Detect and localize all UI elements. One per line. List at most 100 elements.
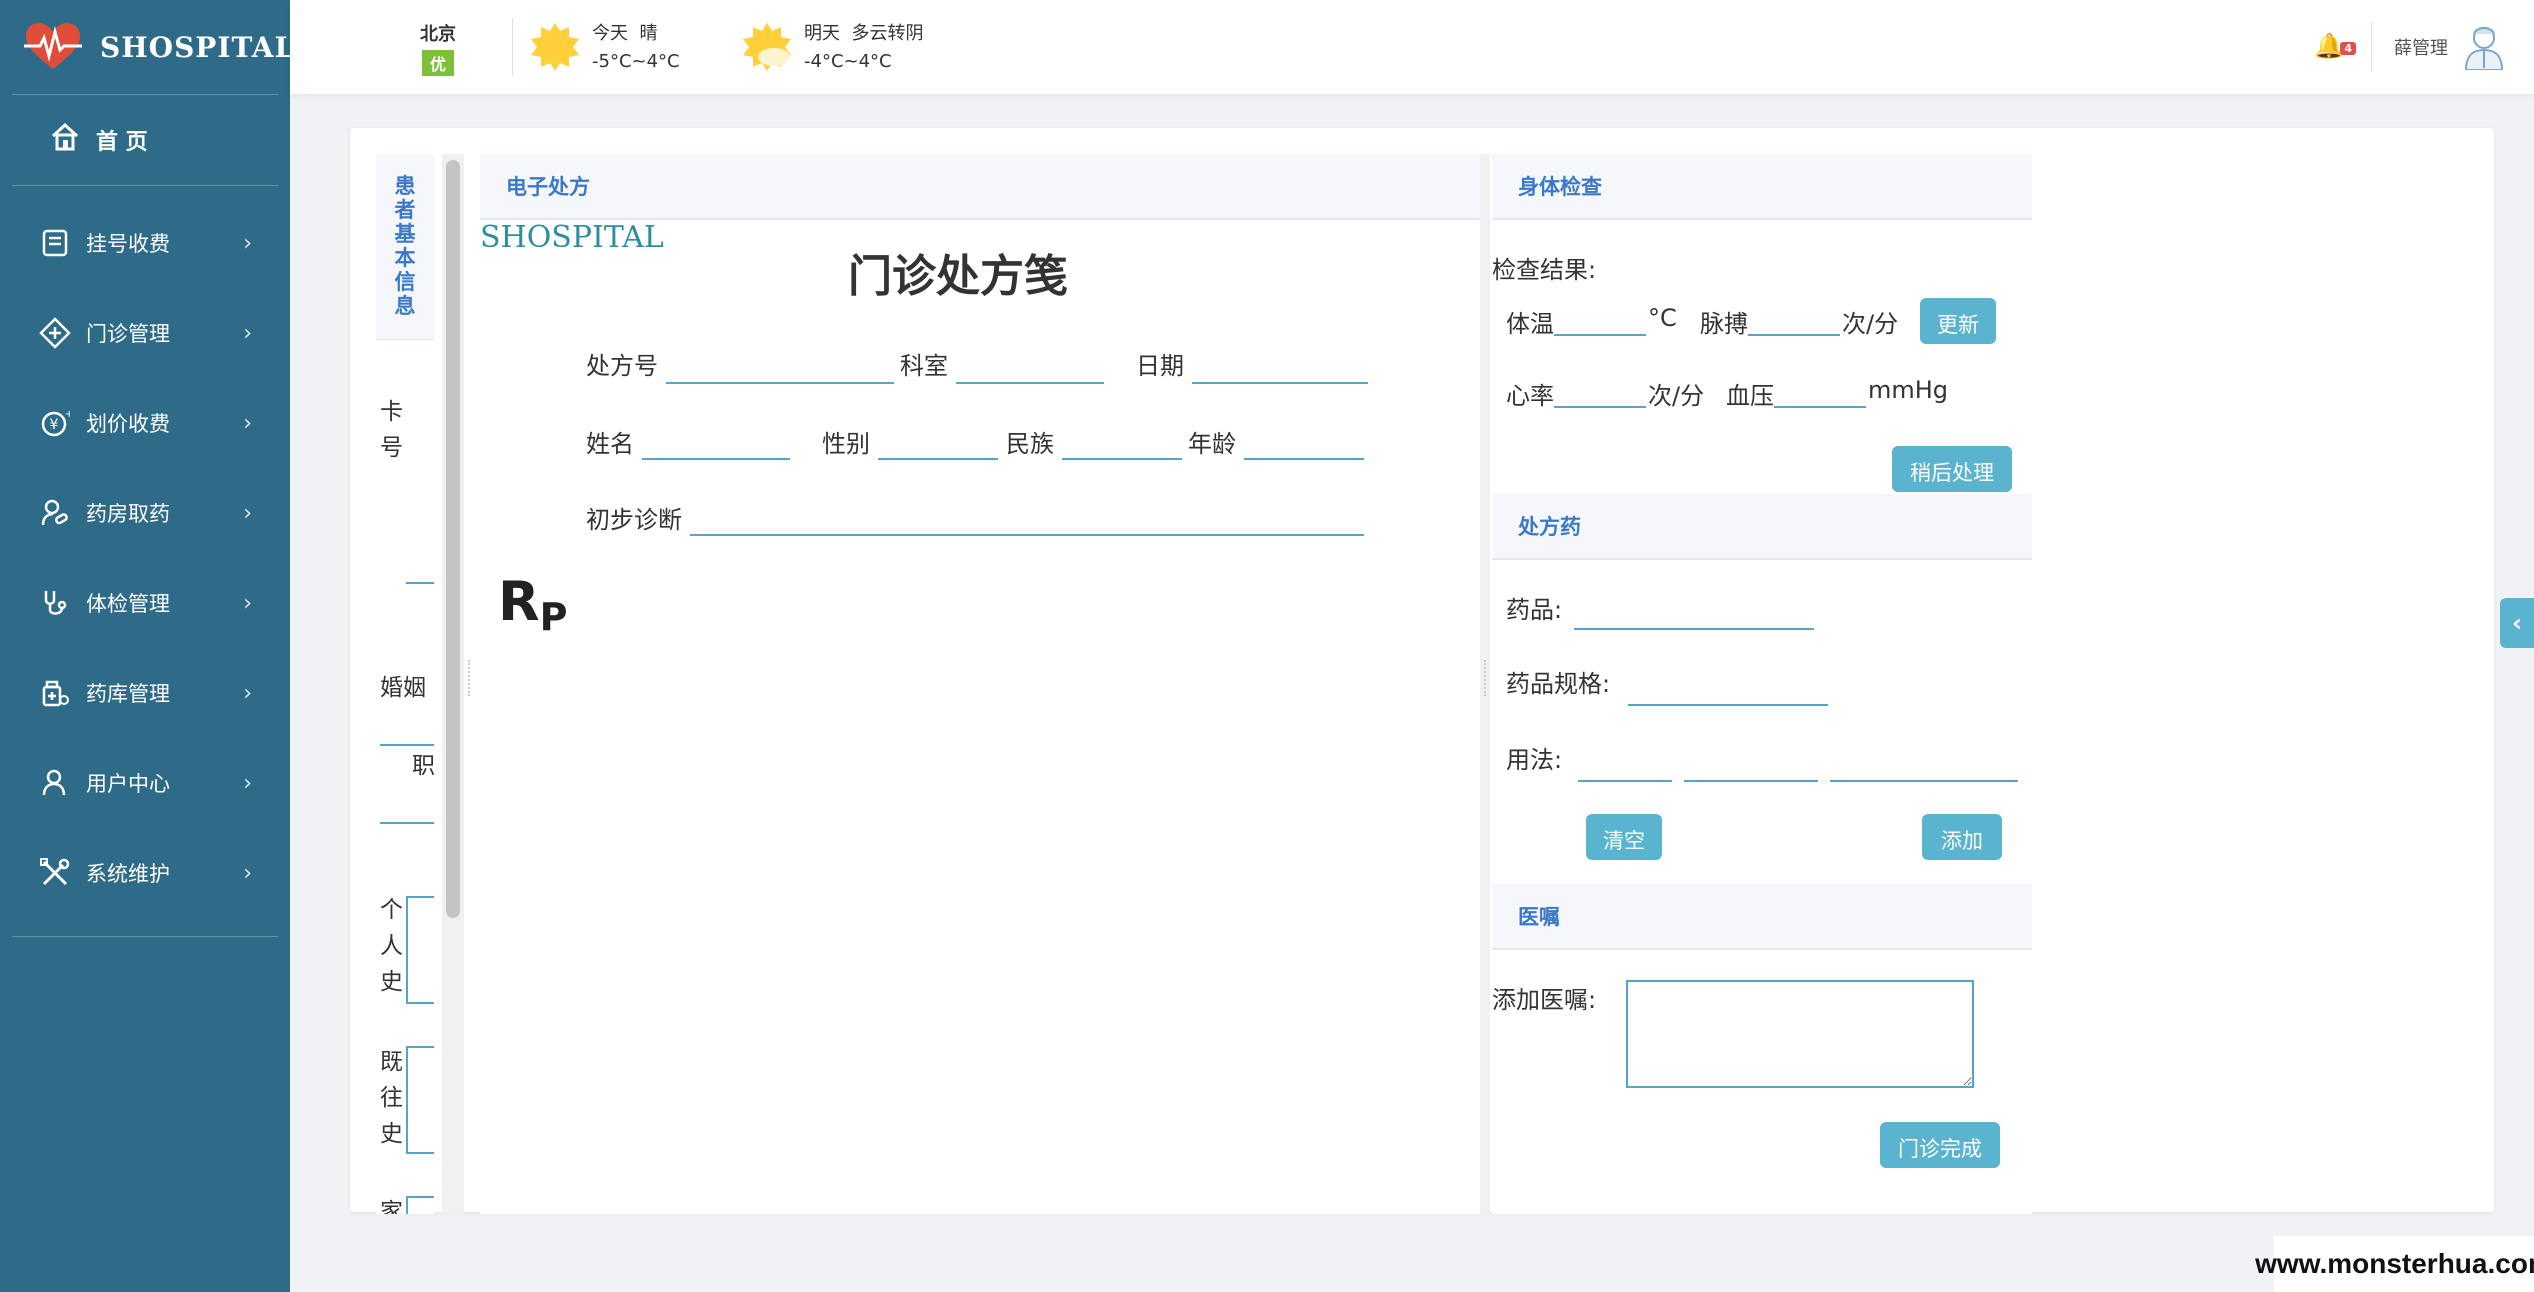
- sidebar-item-label: 用户中心: [86, 772, 170, 796]
- sidebar: SHOSPITAL 首 页 挂号收费 › 门诊管理 › ¥ + 划价收费 › 药房…: [0, 0, 294, 1292]
- sidebar-item-register[interactable]: 挂号收费 ›: [12, 198, 278, 288]
- sidebar-item-system[interactable]: 系统维护 ›: [12, 828, 278, 918]
- sidebar-item-label: 系统维护: [86, 862, 170, 886]
- personal-history-input[interactable]: [406, 896, 434, 1004]
- tomorrow-condition: 多云转阴: [851, 23, 924, 44]
- rp-sub: P: [539, 595, 568, 639]
- blood-pressure-input[interactable]: [1774, 406, 1866, 408]
- prescription-title: 门诊处方笺: [848, 251, 1068, 302]
- sidebar-item-pricing[interactable]: ¥ + 划价收费 ›: [12, 378, 278, 468]
- stethoscope-icon: [38, 586, 72, 620]
- section-title: 处方药: [1518, 515, 1581, 539]
- prescription-panel: 电子处方 SHOSPITAL 门诊处方笺 处方号 科室 日期 姓名 性别 民族 …: [480, 154, 1490, 1214]
- tomorrow-temp: -4°C~4°C: [804, 51, 892, 72]
- sidebar-item-exam[interactable]: 体检管理 ›: [12, 558, 278, 648]
- drug-label: 药品:: [1506, 596, 1563, 624]
- exam-section: 身体检查 检查结果: 体温 °C 脉搏 次/分 更新 心率 次/分 血压 mmH…: [1492, 154, 2032, 494]
- diagnosis-input[interactable]: [690, 534, 1364, 536]
- update-exam-button[interactable]: 更新: [1920, 298, 1996, 344]
- diagnosis-label: 初步诊断: [586, 506, 682, 534]
- later-button[interactable]: 稍后处理: [1892, 446, 2012, 492]
- card-no-input[interactable]: [406, 582, 434, 584]
- clear-drug-button[interactable]: 清空: [1586, 814, 1662, 860]
- dept-input[interactable]: [956, 382, 1104, 384]
- advice-textarea[interactable]: [1626, 980, 1974, 1088]
- chevron-right-icon: ›: [243, 410, 252, 436]
- user-icon: [38, 766, 72, 800]
- rx-no-label: 处方号: [586, 352, 658, 380]
- sidebar-item-label: 划价收费: [86, 412, 170, 436]
- sidebar-item-label: 挂号收费: [86, 232, 170, 256]
- rx-no-input[interactable]: [666, 382, 894, 384]
- sidebar-item-label: 门诊管理: [86, 322, 170, 346]
- city-name: 北京: [420, 24, 456, 45]
- age-input[interactable]: [1244, 458, 1364, 460]
- marriage-label: 婚姻: [380, 675, 426, 701]
- drugs-header: 处方药: [1492, 494, 2032, 560]
- home-icon: [50, 122, 80, 158]
- date-input[interactable]: [1192, 382, 1368, 384]
- usage-input-3[interactable]: [1830, 780, 2018, 782]
- section-title: 电子处方: [506, 175, 590, 199]
- exam-result-label: 检查结果:: [1492, 256, 1597, 284]
- partly-cloudy-icon: [740, 21, 794, 75]
- sidebar-item-home[interactable]: 首 页: [12, 95, 278, 186]
- chevron-right-icon: ›: [243, 500, 252, 526]
- heart-rate-input[interactable]: [1554, 406, 1646, 408]
- resize-handle[interactable]: [468, 660, 474, 696]
- tools-icon: [38, 856, 72, 890]
- sidebar-menu: 挂号收费 › 门诊管理 › ¥ + 划价收费 › 药房取药 › 体检管理 › 药库…: [12, 198, 278, 937]
- blood-pressure-unit: mmHg: [1868, 376, 1949, 404]
- sidebar-item-warehouse[interactable]: 药库管理 ›: [12, 648, 278, 738]
- sun-icon: [528, 21, 582, 75]
- sidebar-item-label: 体检管理: [86, 592, 170, 616]
- patient-scrollbar[interactable]: [442, 154, 464, 1214]
- weather-today: 今天 晴 -5°C~4°C: [528, 20, 680, 76]
- collapse-panel-button[interactable]: ‹: [2500, 598, 2534, 648]
- right-panel: 身体检查 检查结果: 体温 °C 脉搏 次/分 更新 心率 次/分 血压 mmH…: [1492, 154, 2032, 1214]
- past-history-input[interactable]: [406, 1046, 434, 1154]
- drug-input[interactable]: [1574, 628, 1814, 630]
- temp-unit: °C: [1648, 304, 1677, 332]
- sex-input[interactable]: [878, 458, 998, 460]
- patient-info-panel: 患者基本信息 卡号 婚姻 职 个人史 既往史 家: [376, 154, 434, 1214]
- drug-spec-label: 药品规格:: [1506, 670, 1611, 698]
- air-quality-badge: 优: [421, 50, 454, 76]
- add-drug-button[interactable]: 添加: [1922, 814, 2002, 860]
- exam-header: 身体检查: [1492, 154, 2032, 220]
- sidebar-item-pharmacy[interactable]: 药房取药 ›: [12, 468, 278, 558]
- resize-handle[interactable]: [1484, 660, 1490, 696]
- heart-rate-unit: 次/分: [1648, 382, 1705, 410]
- advice-label: 添加医嘱:: [1492, 986, 1597, 1014]
- job-input[interactable]: [380, 822, 434, 824]
- notification-bell[interactable]: 🔔 4: [2314, 32, 2356, 60]
- family-history-input[interactable]: [406, 1196, 434, 1214]
- app-logo[interactable]: SHOSPITAL: [12, 0, 294, 95]
- temp-input[interactable]: [1554, 334, 1646, 336]
- dept-label: 科室: [900, 352, 948, 380]
- name-input[interactable]: [642, 458, 790, 460]
- pharmacy-icon: [38, 496, 72, 530]
- chevron-right-icon: ›: [243, 590, 252, 616]
- user-name: 薛管理: [2394, 38, 2448, 59]
- notification-badge: 4: [2340, 42, 2356, 55]
- svg-text:+: +: [65, 409, 70, 420]
- sidebar-item-user-center[interactable]: 用户中心 ›: [12, 738, 278, 828]
- family-history-label: 家: [380, 1199, 403, 1214]
- main-card: 患者基本信息 卡号 婚姻 职 个人史 既往史 家 电子处方 SHOSPITAL …: [350, 128, 2494, 1214]
- finish-clinic-button[interactable]: 门诊完成: [1880, 1122, 2000, 1168]
- chevron-right-icon: ›: [243, 860, 252, 886]
- usage-input-1[interactable]: [1578, 780, 1672, 782]
- ethnicity-input[interactable]: [1062, 458, 1182, 460]
- personal-history-label: 个人史: [380, 897, 403, 995]
- sidebar-item-clinic[interactable]: 门诊管理 ›: [12, 288, 278, 378]
- usage-input-2[interactable]: [1684, 780, 1818, 782]
- svg-text:¥: ¥: [50, 417, 59, 433]
- section-title: 身体检查: [1518, 175, 1602, 199]
- user-menu[interactable]: 薛管理: [2394, 24, 2506, 71]
- scrollbar-thumb[interactable]: [446, 160, 460, 918]
- drug-spec-input[interactable]: [1628, 704, 1828, 706]
- marriage-input[interactable]: [380, 744, 434, 746]
- pulse-input[interactable]: [1748, 334, 1840, 336]
- divider: [512, 18, 513, 76]
